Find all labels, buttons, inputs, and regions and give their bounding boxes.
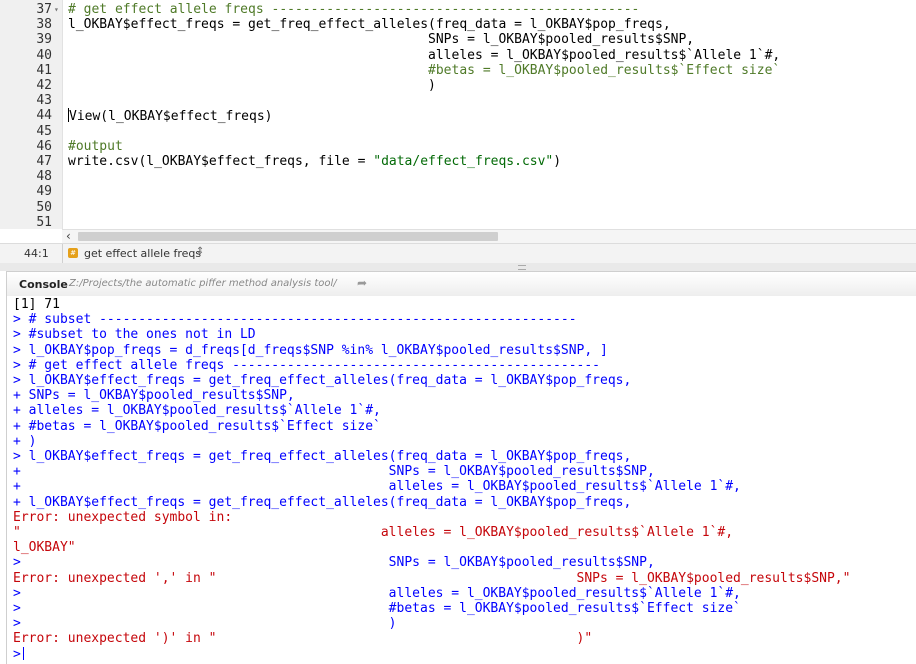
- line-number: 39: [36, 32, 52, 48]
- cursor-position: 44:1: [24, 247, 49, 260]
- console-line-text: Error: unexpected symbol in:: [13, 509, 233, 525]
- code-line[interactable]: ): [68, 78, 436, 93]
- code-line[interactable]: #betas = l_OKBAY$pooled_results$`Effect …: [68, 63, 780, 78]
- console-line-text: > l_OKBAY$effect_freqs = get_freq_effect…: [13, 449, 632, 464]
- code-line[interactable]: alleles = l_OKBAY$pooled_results$`Allele…: [68, 48, 780, 63]
- console-line: > SNPs = l_OKBAY$pooled_results$SNP,: [13, 555, 655, 570]
- console-line-text: + ): [13, 433, 37, 449]
- console-line-text: > ): [13, 616, 397, 632]
- console-line-text: [1] 71: [13, 297, 60, 312]
- console-line: > ): [13, 616, 397, 631]
- console-line-text: + alleles = l_OKBAY$pooled_results$`Alle…: [13, 479, 741, 495]
- console-line-text: > #subset to the ones not in LD: [13, 327, 256, 343]
- line-number: 38: [36, 17, 52, 33]
- console-line: + SNPs = l_OKBAY$pooled_results$SNP,: [13, 388, 295, 403]
- string-literal: "data/effect_freqs.csv": [373, 154, 554, 169]
- console-line: + alleles = l_OKBAY$pooled_results$`Alle…: [13, 479, 741, 494]
- go-to-directory-icon[interactable]: ➦: [357, 276, 367, 290]
- console-line: > l_OKBAY$pop_freqs = d_freqs[d_freqs$SN…: [13, 343, 608, 358]
- working-directory-path: Z:/Projects/the automatic piffer method …: [69, 278, 337, 289]
- console-line: + #betas = l_OKBAY$pooled_results$`Effec…: [13, 419, 381, 434]
- code-line[interactable]: SNPs = l_OKBAY$pooled_results$SNP,: [68, 32, 694, 47]
- console-line-text: l_OKBAY": [13, 540, 76, 556]
- console-line-text: > SNPs = l_OKBAY$pooled_results$SNP,: [13, 555, 655, 571]
- code-area[interactable]: # get effect allele freqs --------------…: [68, 0, 916, 229]
- line-number: 37: [36, 2, 52, 17]
- source-editor[interactable]: 37▾383940414243444546474849505152▾ # get…: [0, 0, 916, 229]
- section-scope-icon: #: [68, 248, 78, 258]
- console-line-text: + SNPs = l_OKBAY$pooled_results$SNP,: [13, 464, 655, 480]
- code-line[interactable]: write.csv(l_OKBAY$effect_freqs, file = "…: [68, 154, 561, 169]
- console-error-line: " alleles = l_OKBAY$pooled_results$`Alle…: [13, 525, 733, 540]
- console-line: > alleles = l_OKBAY$pooled_results$`Alle…: [13, 586, 741, 601]
- scope-navigator[interactable]: get effect allele freqs: [84, 247, 201, 260]
- console-line: > #subset to the ones not in LD: [13, 327, 256, 342]
- console-cursor: [22, 646, 24, 660]
- line-number: 49: [36, 184, 52, 200]
- code-line[interactable]: l_OKBAY$effect_freqs = get_freq_effect_a…: [68, 17, 671, 32]
- console-error-line: l_OKBAY": [13, 540, 76, 555]
- code-line[interactable]: #output: [68, 139, 123, 154]
- editor-horizontal-scrollbar[interactable]: ‹: [62, 229, 916, 244]
- console-header: Console Z:/Projects/the automatic piffer…: [6, 271, 916, 297]
- line-number: 47: [36, 154, 52, 169]
- console-line-text: >: [13, 646, 21, 662]
- line-number: 51: [36, 214, 52, 229]
- line-number: 43: [36, 93, 52, 109]
- console-line-text: Error: unexpected ',' in " SNPs = l_OKBA…: [13, 570, 851, 586]
- console-line-text: > # subset -----------------------------…: [13, 312, 577, 328]
- console-line: [1] 71: [13, 297, 60, 312]
- console-line: > #betas = l_OKBAY$pooled_results$`Effec…: [13, 601, 741, 616]
- console-error-line: Error: unexpected ',' in " SNPs = l_OKBA…: [13, 571, 850, 586]
- splitter-grip-icon[interactable]: [518, 265, 526, 270]
- console-line-text: + SNPs = l_OKBAY$pooled_results$SNP,: [13, 388, 295, 404]
- line-number: 42: [36, 78, 52, 93]
- code-token: ): [553, 154, 562, 169]
- editor-status-bar: 44:1 # get effect allele freqs ⇕: [0, 243, 916, 264]
- console-tab[interactable]: Console: [19, 278, 68, 291]
- console-line: > l_OKBAY$effect_freqs = get_freq_effect…: [13, 373, 631, 388]
- line-number: 41: [36, 62, 52, 78]
- console-line: > # subset -----------------------------…: [13, 312, 577, 327]
- console-prompt[interactable]: >: [13, 646, 24, 662]
- console-line-text: > alleles = l_OKBAY$pooled_results$`Alle…: [13, 585, 741, 601]
- code-token: View(l_OKBAY$effect_freqs): [69, 109, 273, 125]
- console-line-text: > # get effect allele freqs ------------…: [13, 357, 600, 373]
- console-line-text: " alleles = l_OKBAY$pooled_results$`Alle…: [13, 525, 734, 540]
- scope-dropdown-icon[interactable]: ⇕: [196, 246, 204, 257]
- console-line: > # get effect allele freqs ------------…: [13, 358, 600, 373]
- fold-toggle-icon[interactable]: ▾: [54, 2, 59, 17]
- console-line: + ): [13, 434, 36, 449]
- console-line: + l_OKBAY$effect_freqs = get_freq_effect…: [13, 495, 631, 510]
- line-number: 46: [36, 138, 52, 154]
- console-line-text: + #betas = l_OKBAY$pooled_results$`Effec…: [13, 418, 381, 434]
- console-line: > l_OKBAY$effect_freqs = get_freq_effect…: [13, 449, 631, 464]
- status-divider: [62, 244, 63, 263]
- console-line-text: > #betas = l_OKBAY$pooled_results$`Effec…: [13, 601, 741, 616]
- console-line-text: + alleles = l_OKBAY$pooled_results$`Alle…: [13, 403, 381, 419]
- console-output[interactable]: [1] 71 > # subset -----------------------…: [6, 296, 916, 664]
- console-line-text: > l_OKBAY$pop_freqs = d_freqs[d_freqs$SN…: [13, 342, 608, 358]
- line-number: 50: [36, 199, 52, 215]
- console-error-line: Error: unexpected ')' in " )": [13, 631, 592, 646]
- scroll-left-arrow-icon[interactable]: ‹: [66, 229, 71, 243]
- console-line-text: > l_OKBAY$effect_freqs = get_freq_effect…: [13, 373, 632, 388]
- console-error-line: Error: unexpected symbol in:: [13, 510, 232, 525]
- line-number: 44: [36, 108, 52, 124]
- code-token: write.csv(l_OKBAY$effect_freqs, file =: [68, 154, 374, 169]
- code-line[interactable]: # get effect allele freqs --------------…: [68, 2, 639, 17]
- scrollbar-thumb[interactable]: [78, 232, 498, 241]
- line-number-gutter: 37▾383940414243444546474849505152▾: [0, 0, 63, 229]
- code-line[interactable]: View(l_OKBAY$effect_freqs): [68, 108, 273, 124]
- line-number: 40: [36, 47, 52, 63]
- console-line-text: + l_OKBAY$effect_freqs = get_freq_effect…: [13, 494, 632, 510]
- pane-splitter[interactable]: [0, 263, 916, 271]
- console-line-text: Error: unexpected ')' in " )": [13, 631, 593, 647]
- console-line: + SNPs = l_OKBAY$pooled_results$SNP,: [13, 464, 655, 479]
- console-line: + alleles = l_OKBAY$pooled_results$`Alle…: [13, 403, 381, 418]
- line-number: 48: [36, 169, 52, 185]
- line-number: 45: [36, 123, 52, 139]
